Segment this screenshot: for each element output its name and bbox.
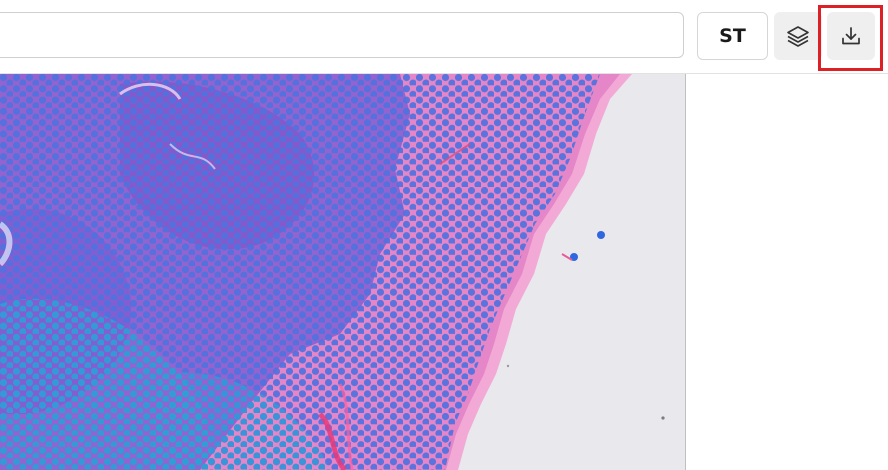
st-button-label: ST <box>719 25 746 47</box>
side-panel <box>686 74 888 470</box>
layers-icon <box>786 24 810 48</box>
tissue-image <box>0 74 665 470</box>
search-input[interactable] <box>0 12 684 58</box>
download-button[interactable] <box>827 12 875 60</box>
layers-button[interactable] <box>774 12 822 60</box>
tissue-viewer[interactable] <box>0 74 685 470</box>
toolbar: ST <box>0 0 888 74</box>
st-button[interactable]: ST <box>697 12 768 60</box>
download-icon <box>839 24 863 48</box>
